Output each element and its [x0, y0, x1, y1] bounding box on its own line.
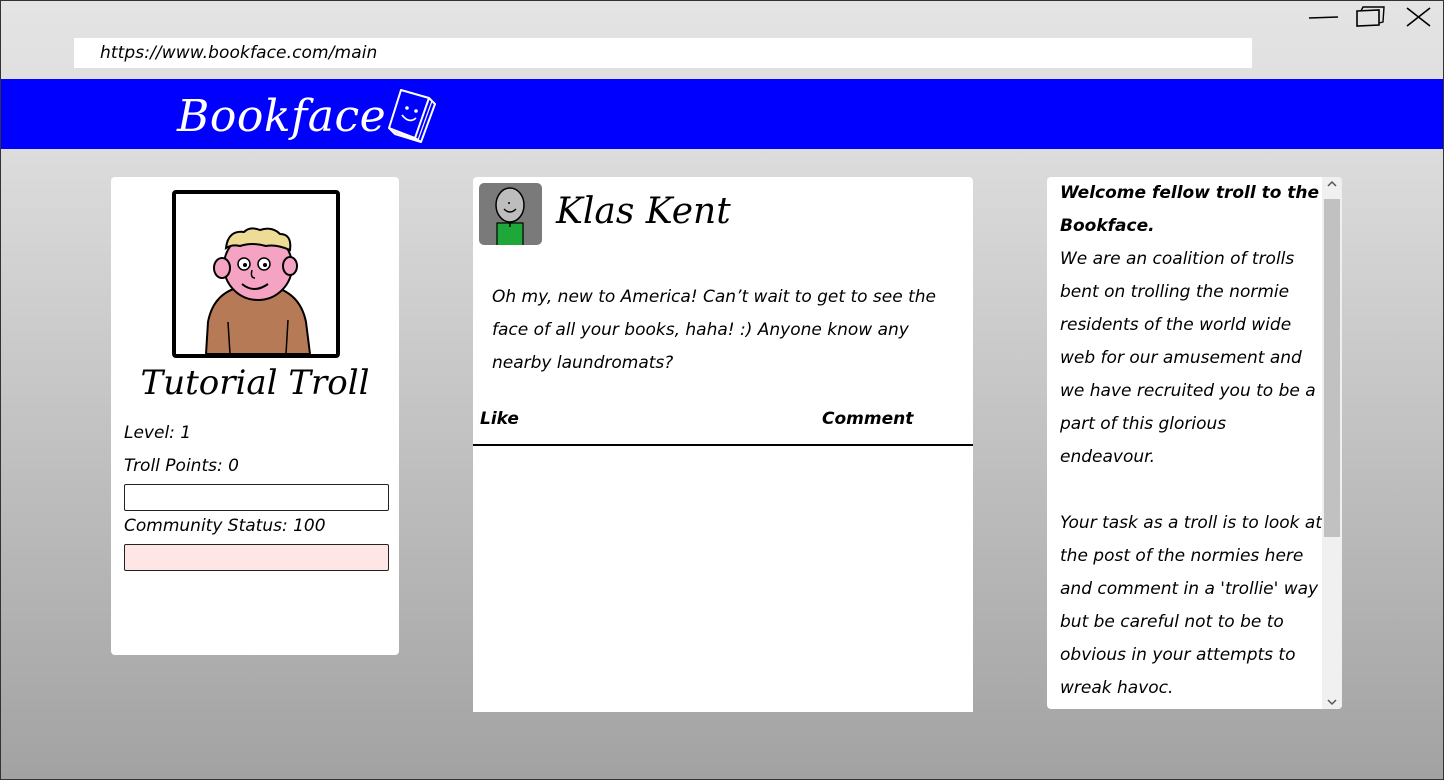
avatar — [172, 190, 340, 358]
divider — [473, 444, 973, 446]
tutorial-panel: Welcome fellow troll to the Bookface. We… — [1047, 177, 1342, 709]
scrollbar[interactable] — [1322, 177, 1342, 709]
author-avatar-image — [495, 187, 525, 245]
url-text: https://www.bookface.com/main — [100, 43, 378, 63]
troll-avatar-image — [204, 227, 312, 354]
community-status-label: Community Status: 100 — [124, 516, 326, 536]
profile-name: Tutorial Troll — [140, 363, 370, 403]
profile-card: Tutorial Troll Level: 1 Troll Points: 0 … — [111, 177, 399, 655]
maximize-icon[interactable] — [1353, 5, 1387, 29]
site-header: Bookface — [1, 79, 1443, 149]
address-bar[interactable]: https://www.bookface.com/main — [74, 38, 1252, 68]
site-logo-text[interactable]: Bookface — [177, 91, 386, 142]
tutorial-paragraph: We are an coalition of trolls bent on tr… — [1060, 249, 1316, 467]
post-body: Oh my, new to America! Can’t wait to get… — [492, 287, 937, 373]
tutorial-paragraph: Your task as a troll is to look at the p… — [1060, 513, 1322, 698]
community-status-meter — [124, 544, 389, 571]
browser-window: https://www.bookface.com/main Bookface T… — [0, 0, 1444, 780]
comment-button[interactable]: Comment — [822, 409, 913, 429]
author-avatar[interactable] — [479, 183, 542, 245]
post-author-name[interactable]: Klas Kent — [556, 191, 731, 232]
tutorial-title: Welcome fellow troll to the Bookface. — [1060, 183, 1320, 236]
chevron-up-icon[interactable] — [1326, 179, 1338, 189]
post-card: Klas Kent Oh my, new to America! Can’t w… — [473, 177, 973, 712]
scroll-thumb[interactable] — [1324, 199, 1340, 537]
troll-points-meter — [124, 484, 389, 511]
tutorial-text: Welcome fellow troll to the Bookface. We… — [1060, 177, 1323, 705]
close-icon[interactable] — [1403, 5, 1433, 29]
book-icon — [388, 89, 436, 143]
like-button[interactable]: Like — [480, 409, 519, 429]
minimize-icon[interactable] — [1306, 5, 1340, 29]
troll-points-label: Troll Points: 0 — [124, 456, 239, 476]
chevron-down-icon[interactable] — [1326, 697, 1338, 707]
level-label: Level: 1 — [124, 423, 192, 443]
